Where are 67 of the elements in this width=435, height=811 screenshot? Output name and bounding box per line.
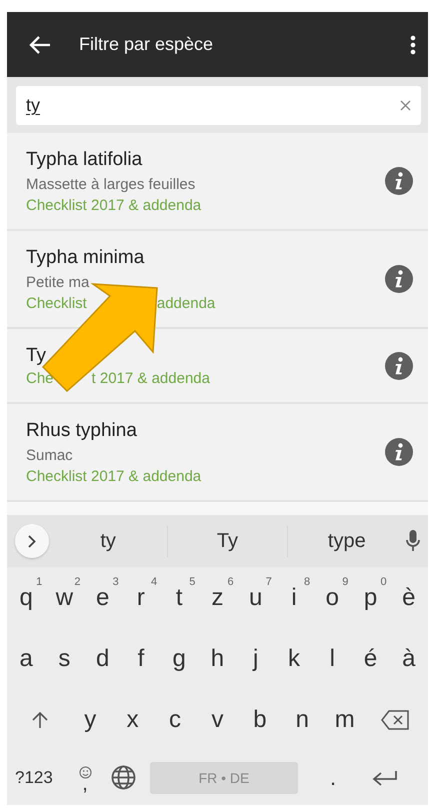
key[interactable]: x: [111, 698, 154, 742]
key[interactable]: é: [351, 636, 390, 680]
key[interactable]: m: [324, 698, 366, 742]
checklist-source: Checklist 2017 & addenda: [26, 196, 202, 216]
enter-icon[interactable]: [372, 770, 398, 786]
key-hint: 7: [266, 576, 272, 588]
checklist-source: addenda: [156, 294, 216, 314]
key-hint: 1: [36, 576, 42, 588]
suggestion[interactable]: ty: [49, 526, 168, 556]
emoji-icon[interactable]: [78, 766, 92, 779]
key-hint: 6: [227, 576, 234, 588]
key[interactable]: c: [154, 698, 196, 742]
key[interactable]: v: [196, 698, 239, 742]
back-icon[interactable]: [29, 34, 51, 54]
search-field[interactable]: ty: [16, 86, 421, 125]
more-options-icon[interactable]: [410, 34, 416, 54]
key-hint: 0: [380, 576, 387, 588]
checklist-source: Checklist: [26, 294, 87, 314]
species-name: Typha minima: [26, 246, 146, 270]
key[interactable]: à: [390, 636, 428, 680]
key[interactable]: r 4: [122, 576, 160, 620]
key[interactable]: j: [236, 636, 275, 680]
checklist-source: Checklist 2017 & addenda: [26, 467, 202, 487]
checklist-source: Che: [26, 369, 54, 389]
shift-icon[interactable]: [31, 710, 49, 728]
key[interactable]: h: [198, 636, 237, 680]
info-icon[interactable]: [385, 265, 413, 293]
key[interactable]: l: [313, 636, 352, 680]
info-icon[interactable]: [385, 167, 413, 195]
key[interactable]: g: [160, 636, 198, 680]
species-name: Rhus typhina: [26, 419, 138, 443]
key-hint: 9: [342, 576, 348, 588]
key[interactable]: a: [7, 636, 46, 680]
key-hint: 2: [74, 576, 81, 588]
symbols-key[interactable]: ?123: [15, 768, 67, 788]
species-name: Typha latifolia: [26, 148, 144, 172]
key-hint: 5: [189, 576, 196, 588]
checklist-source: t 2017 & addenda: [92, 369, 210, 389]
common-name: Sumac: [26, 446, 74, 466]
globe-icon[interactable]: [111, 765, 136, 790]
common-name: Massette à larges feuilles: [26, 175, 196, 195]
period-key[interactable]: .: [308, 764, 358, 790]
key[interactable]: n: [281, 698, 324, 742]
microphone-icon[interactable]: [406, 530, 420, 552]
info-icon[interactable]: [385, 352, 413, 380]
common-name: Petite ma: [26, 273, 90, 293]
clear-icon[interactable]: [400, 100, 411, 111]
key-hint: 4: [150, 576, 158, 588]
screen-title: Filtre par espèce: [79, 34, 214, 55]
key[interactable]: k: [274, 636, 314, 680]
key-hint: 8: [304, 576, 310, 588]
key[interactable]: y: [69, 698, 112, 742]
species-name: Ty: [26, 344, 48, 368]
suggestion[interactable]: type: [288, 526, 406, 556]
key[interactable]: s: [45, 636, 84, 680]
backspace-icon[interactable]: [380, 710, 409, 730]
key[interactable]: t 5: [160, 576, 198, 620]
suggestion[interactable]: Ty: [168, 526, 288, 556]
key[interactable]: i 8: [274, 576, 314, 620]
key[interactable]: b: [238, 698, 282, 742]
expand-button[interactable]: [15, 524, 49, 558]
key[interactable]: è: [390, 576, 428, 620]
key[interactable]: d: [84, 636, 122, 680]
key-hint: 3: [112, 576, 119, 588]
key[interactable]: f: [122, 636, 160, 680]
info-icon[interactable]: [385, 438, 413, 466]
chevron-icon: [28, 534, 36, 548]
